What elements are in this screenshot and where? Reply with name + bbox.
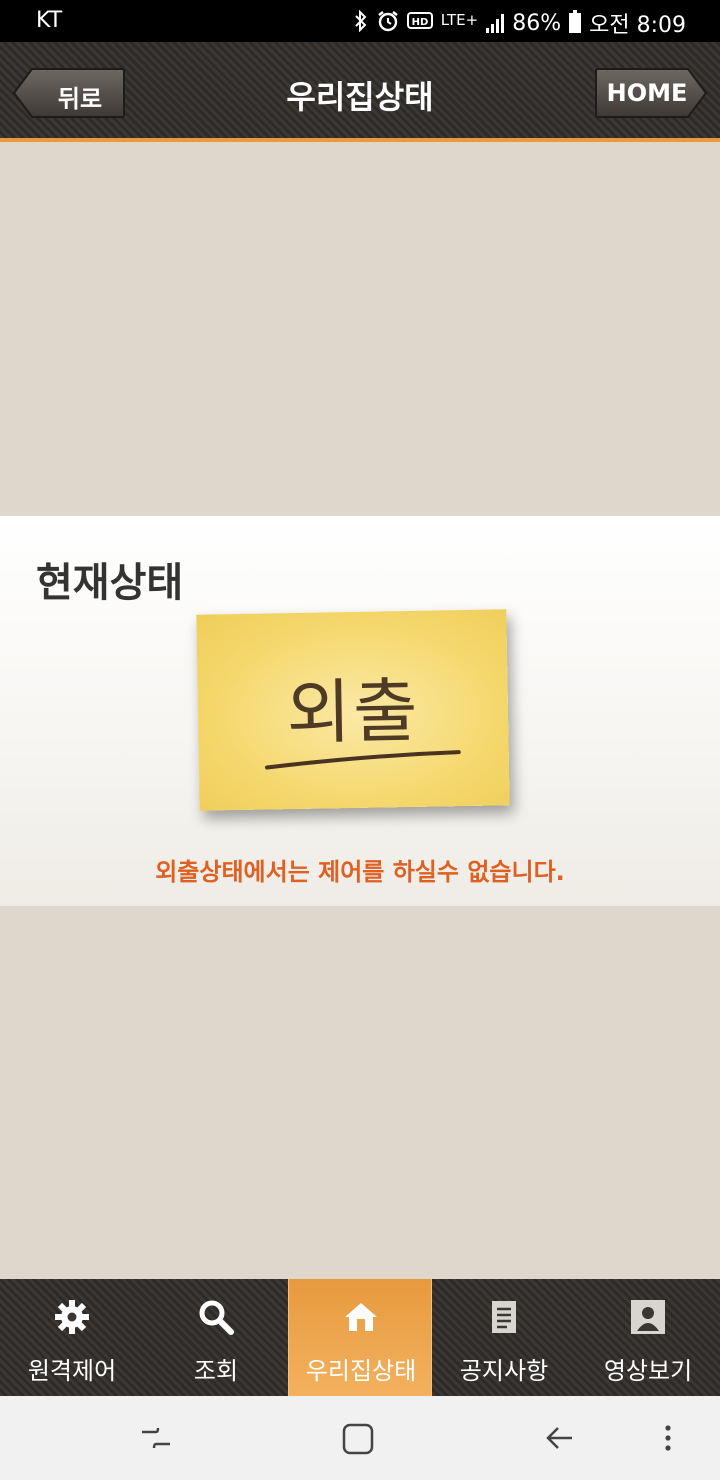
battery-percent: 86%	[512, 10, 562, 36]
alarm-icon	[377, 10, 399, 37]
system-nav-bar	[0, 1396, 720, 1480]
gear-icon	[55, 1300, 89, 1334]
status-value: 외출	[285, 669, 421, 755]
svg-text:HD: HD	[411, 17, 428, 28]
search-icon	[199, 1300, 234, 1335]
status-indicators: HD LTE+ 86% 오전 8:09	[353, 7, 686, 39]
home-button[interactable]: HOME	[594, 67, 708, 119]
battery-icon	[569, 10, 582, 33]
document-icon	[492, 1301, 516, 1333]
back-icon[interactable]	[538, 1416, 582, 1460]
network-type: LTE+	[440, 11, 479, 29]
status-sticky-note: 외출	[196, 609, 510, 811]
bottom-tab-bar: 원격제어 조회 우리집상태 공지사항 영상보기	[0, 1279, 720, 1396]
tab-notice[interactable]: 공지사항	[432, 1279, 576, 1396]
status-heading: 현재상태	[36, 560, 184, 606]
tab-label: 영상보기	[603, 1357, 693, 1385]
tab-label: 공지사항	[459, 1357, 549, 1385]
house-icon	[345, 1303, 377, 1331]
status-message: 외출상태에서는 제어를 하실수 없습니다.	[155, 858, 565, 886]
hd-icon: HD	[406, 11, 433, 36]
recent-apps-icon[interactable]	[134, 1416, 178, 1460]
home-icon[interactable]	[336, 1416, 380, 1460]
tab-remote-control[interactable]: 원격제어	[0, 1279, 144, 1396]
tab-inquiry[interactable]: 조회	[144, 1279, 288, 1396]
tab-label: 우리집상태	[305, 1357, 417, 1385]
current-status-panel: 현재상태 외출 외출상태에서는 제어를 하실수 없습니다.	[0, 516, 720, 906]
clock: 오전 8:09	[589, 13, 686, 38]
tab-label: 원격제어	[27, 1357, 117, 1385]
status-bar: KT HD LTE+ 86% 오전 8:09	[0, 0, 720, 42]
user-portrait-icon	[631, 1300, 665, 1334]
more-icon[interactable]	[646, 1416, 690, 1460]
signal-icon	[486, 13, 505, 33]
tab-video[interactable]: 영상보기	[576, 1279, 720, 1396]
app-header: 뒤로 우리집상태 HOME	[0, 42, 720, 142]
tab-label: 조회	[193, 1357, 239, 1385]
home-button-label: HOME	[606, 79, 688, 107]
tab-home-status[interactable]: 우리집상태	[288, 1279, 432, 1396]
bluetooth-icon	[353, 9, 369, 37]
carrier-label: KT	[36, 8, 63, 33]
note-underline	[264, 750, 461, 770]
